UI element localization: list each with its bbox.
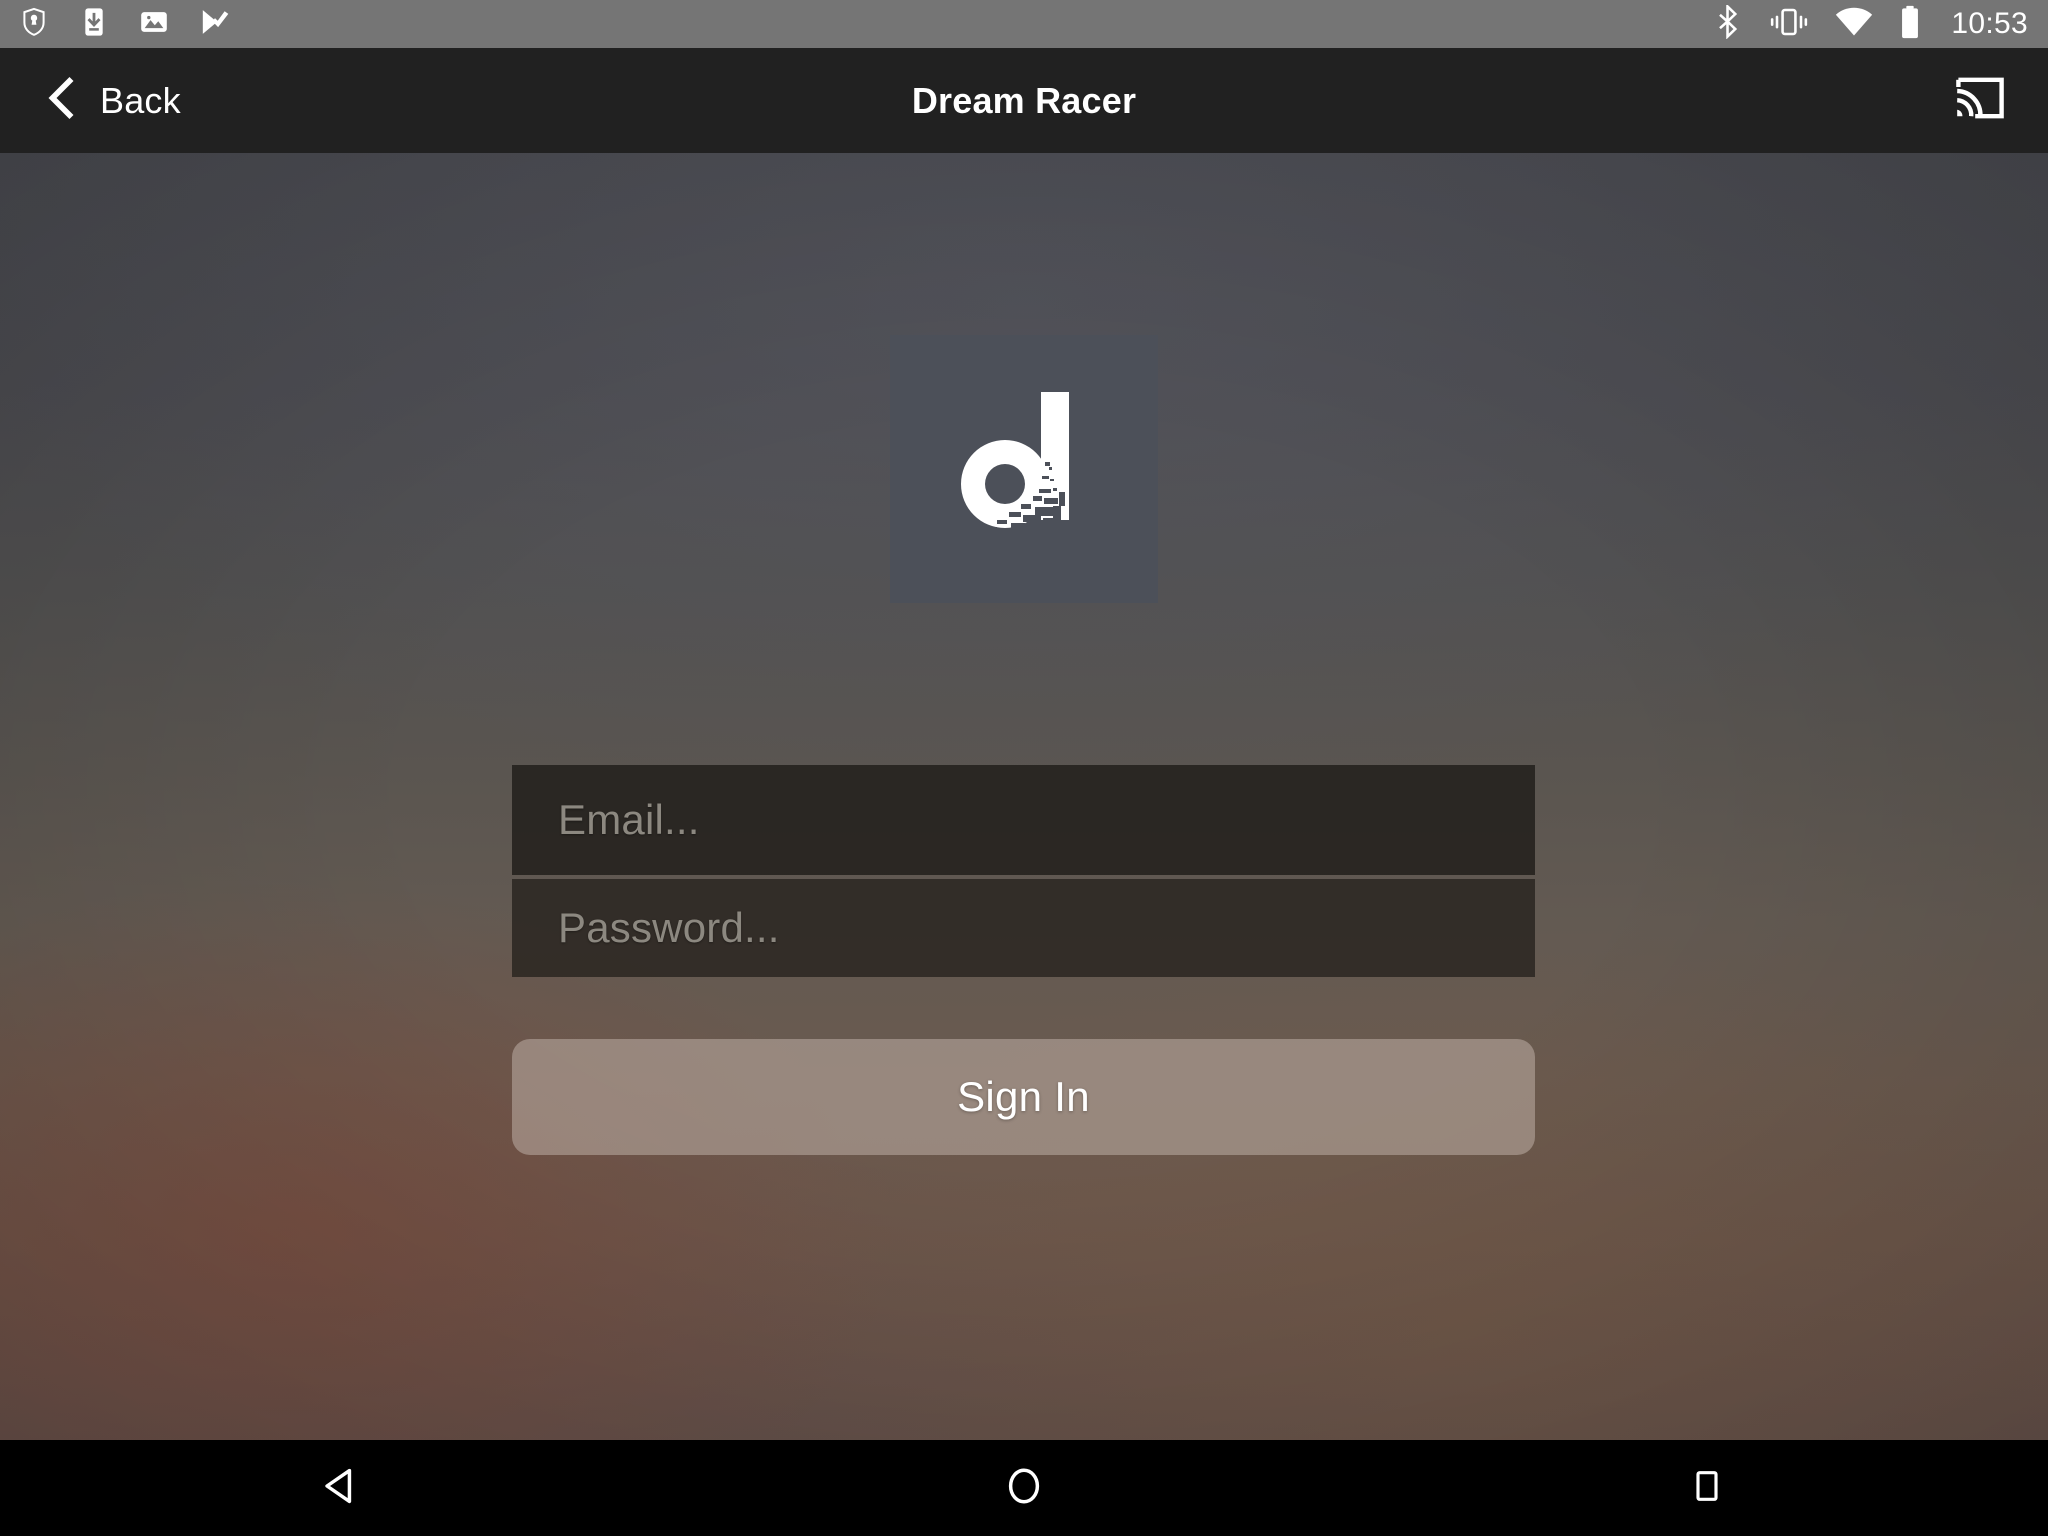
password-input-placeholder: Password... [558,904,780,951]
back-button-label: Back [100,79,181,121]
email-input[interactable]: Email... [512,765,1535,875]
android-back-button[interactable] [251,1440,431,1536]
android-home-button[interactable] [934,1440,1114,1536]
cast-button[interactable] [1934,48,2026,153]
back-button[interactable]: Back [30,48,199,153]
app-toolbar: Back Dream Racer [0,48,2048,153]
wifi-icon [1835,7,1873,42]
email-input-placeholder: Email... [558,796,700,843]
sign-in-form: Email... Password... [512,765,1535,977]
chevron-left-icon [42,76,80,125]
password-input[interactable]: Password... [512,879,1535,977]
phone-screen: 10:53 Back Dream Racer Email... Password… [0,0,2048,1536]
image-gallery-icon [138,6,170,43]
download-to-device-icon [78,6,110,43]
battery-icon [1899,5,1921,44]
circle-icon [1002,1464,1046,1513]
android-navigation-bar [0,1440,2048,1536]
status-bar-system-icons: 10:53 [1713,2,2028,44]
android-recents-button[interactable] [1617,1440,1797,1536]
brave-shield-icon [18,6,50,43]
sign-in-button[interactable]: Sign In [512,1039,1535,1155]
checkmark-play-icon [198,5,232,44]
page-title: Dream Racer [911,79,1137,121]
android-status-bar: 10:53 [0,0,2048,48]
bluetooth-icon [1713,2,1743,44]
square-icon [1687,1466,1727,1511]
triangle-left-icon [319,1464,363,1513]
status-bar-notification-icons [18,5,232,44]
vibrate-icon [1769,7,1809,42]
chromecast-icon [1954,77,2006,124]
dream-racer-logo [890,335,1158,603]
status-bar-clock: 10:53 [1951,7,2028,40]
sign-in-button-label: Sign In [957,1073,1090,1120]
logo-letter-d-icon [949,384,1099,554]
